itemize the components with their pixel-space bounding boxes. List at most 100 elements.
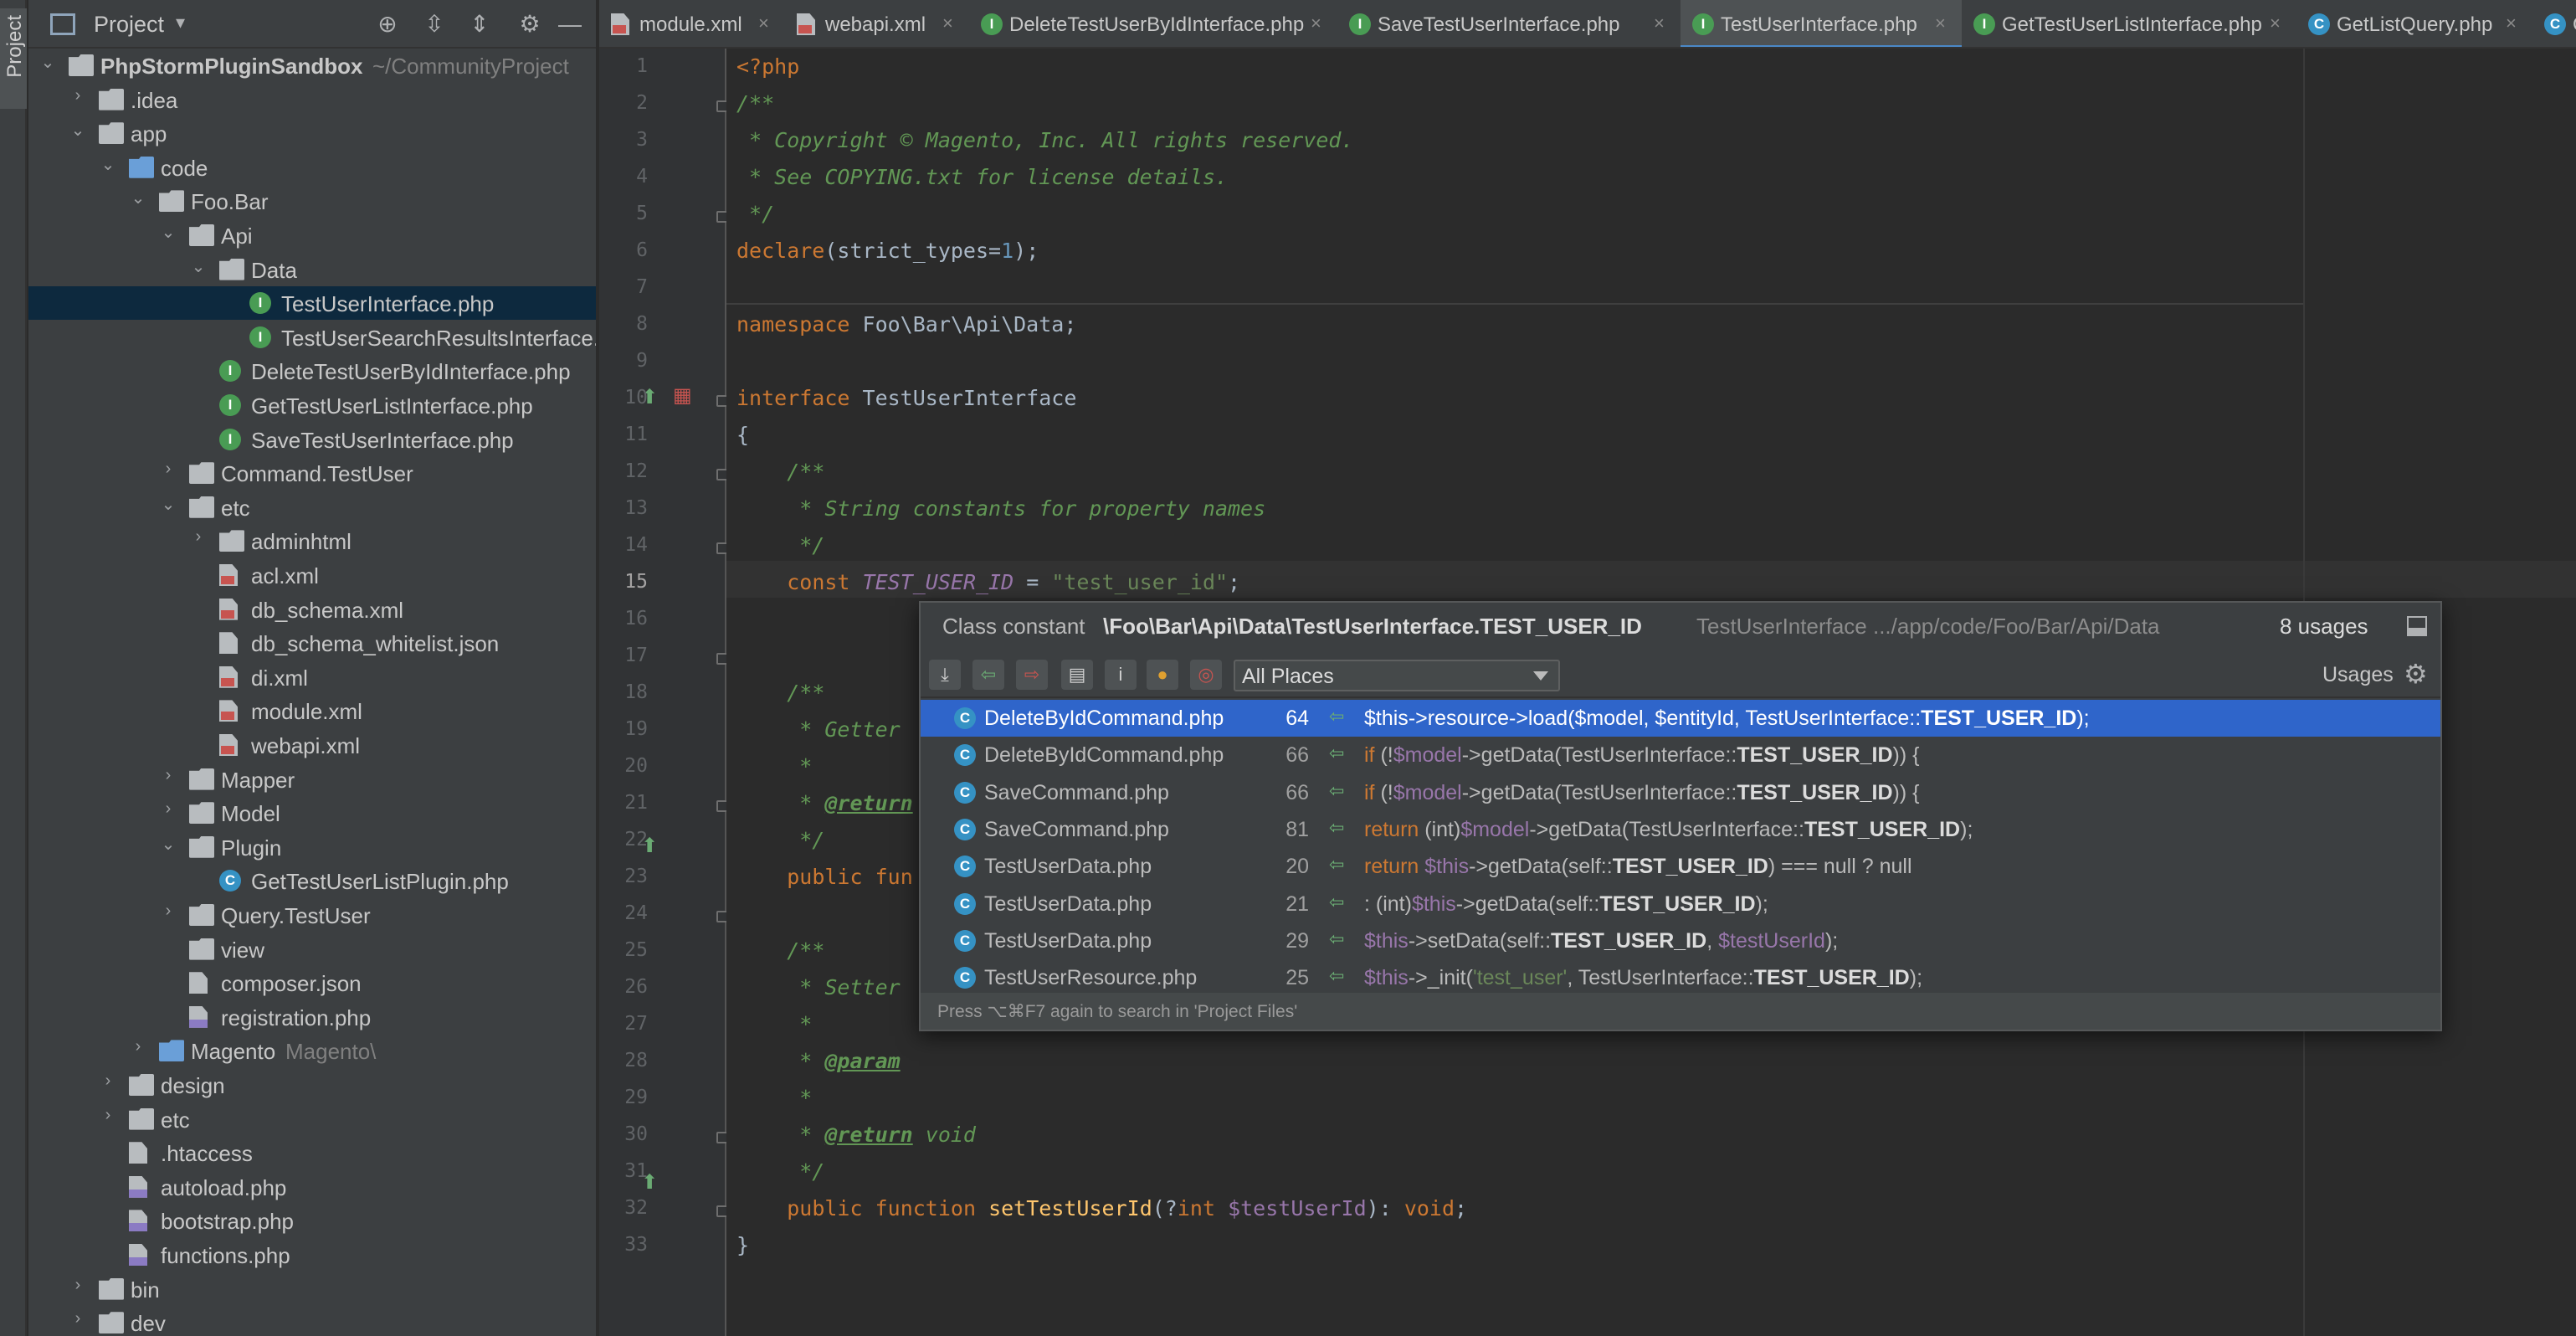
usage-row[interactable]: C SaveCommand.php 81 ⇦ return (int)$model->g… (921, 811, 2440, 848)
close-icon[interactable]: × (1311, 13, 1321, 34)
chevron-down-icon[interactable]: ⌄ (157, 222, 179, 243)
tree-item[interactable]: functions.php (28, 1238, 596, 1272)
tree-item[interactable]: ⌄ code (28, 151, 596, 184)
tree-item[interactable]: ⌄ PhpStormPluginSandbox ~/CommunityProject (28, 49, 596, 82)
chevron-right-icon[interactable]: › (157, 766, 179, 785)
usage-row[interactable]: C TestUserData.php 20 ⇦ return $this->getDat… (921, 848, 2440, 885)
tree-item[interactable]: › .idea (28, 83, 596, 116)
close-icon[interactable]: × (1935, 13, 1946, 34)
editor-tab[interactable]: I GetTestUserListInterface.php × (1962, 0, 2296, 47)
merge-usages-icon[interactable]: ⤓ (929, 660, 961, 690)
show-write-access-icon[interactable]: ⇨ (1016, 660, 1048, 690)
chevron-down-icon[interactable]: ⌄ (67, 120, 89, 141)
group-by-module-icon[interactable]: ▤ (1061, 660, 1093, 690)
usage-row[interactable]: C SaveCommand.php 66 ⇦ if (!$model->getData(… (921, 774, 2440, 811)
chevron-down-icon[interactable]: ⌄ (187, 256, 209, 277)
tree-item[interactable]: › adminhtml (28, 524, 596, 558)
editor-tab[interactable]: I SaveTestUserInterface.php × (1337, 0, 1681, 47)
tree-item[interactable]: autoload.php (28, 1170, 596, 1204)
open-in-find-window-icon[interactable] (2407, 616, 2427, 636)
close-icon[interactable]: × (2506, 13, 2517, 34)
project-tool-window-button[interactable]: Project (0, 8, 27, 109)
usage-row[interactable]: C DeleteByIdCommand.php 64 ⇦ $this->resource… (921, 700, 2440, 737)
tree-item[interactable]: ⌄ etc (28, 491, 596, 524)
tree-item[interactable]: › Magento Magento\ (28, 1034, 596, 1067)
gear-icon[interactable]: ⚙ (516, 10, 544, 39)
scope-select[interactable]: All Places (1234, 660, 1560, 691)
tree-item[interactable]: I GetTestUserListInterface.php (28, 388, 596, 422)
tree-item[interactable]: ⌄ Plugin (28, 830, 596, 864)
chevron-right-icon[interactable]: › (67, 1309, 89, 1328)
editor-tab[interactable]: webapi.xml × (785, 0, 969, 47)
chevron-down-icon[interactable]: ⌄ (127, 188, 149, 208)
chevron-right-icon[interactable]: › (157, 902, 179, 921)
tree-item[interactable]: › Model (28, 796, 596, 830)
chevron-down-icon[interactable]: ⌄ (37, 52, 59, 73)
close-icon[interactable]: × (942, 13, 953, 34)
tree-item[interactable]: ⌄ app (28, 116, 596, 150)
chevron-right-icon[interactable]: › (187, 527, 209, 547)
chevron-down-icon[interactable]: ▾ (176, 12, 185, 33)
chevron-down-icon[interactable]: ⌄ (157, 834, 179, 855)
tree-item[interactable]: db_schema.xml (28, 593, 596, 626)
usage-row[interactable]: C TestUserData.php 21 ⇦: (int)$this->getDat… (921, 886, 2440, 922)
usage-row[interactable]: C DeleteByIdCommand.php 66 ⇦ if (!$model->ge… (921, 737, 2440, 773)
editor-tab[interactable]: C GetTes (2532, 0, 2576, 47)
show-read-access-icon[interactable]: ⇦ (972, 660, 1004, 690)
tree-item[interactable]: module.xml (28, 694, 596, 727)
tree-item[interactable]: › Query.TestUser (28, 898, 596, 932)
chevron-right-icon[interactable]: › (67, 1276, 89, 1295)
tree-item[interactable]: › etc (28, 1102, 596, 1136)
tree-item[interactable]: I SaveTestUserInterface.php (28, 423, 596, 456)
usage-row[interactable]: C TestUserData.php 29 ⇦ $this->setData(self:… (921, 922, 2440, 959)
tree-item[interactable]: .htaccess (28, 1136, 596, 1169)
locate-icon[interactable]: ⊕ (373, 10, 402, 39)
expand-all-icon[interactable]: ⇳ (420, 10, 449, 39)
tree-item[interactable]: › design (28, 1068, 596, 1102)
tree-item[interactable]: ⌄ Foo.Bar (28, 184, 596, 218)
tree-item[interactable]: webapi.xml (28, 728, 596, 762)
chevron-down-icon[interactable]: ⌄ (157, 494, 179, 515)
tree-item[interactable]: I DeleteTestUserByIdInterface.php (28, 354, 596, 388)
tree-item[interactable]: I TestUserInterface.php (28, 286, 596, 321)
tree-item[interactable]: › Mapper (28, 763, 596, 796)
tree-item[interactable]: di.xml (28, 660, 596, 694)
tree-item[interactable]: view (28, 933, 596, 966)
close-icon[interactable]: × (2270, 13, 2281, 34)
chevron-right-icon[interactable]: › (157, 460, 179, 479)
usage-row[interactable]: C TestUserResource.php 25 ⇦ $this->_init('te… (921, 959, 2440, 996)
chevron-right-icon[interactable]: › (97, 1106, 119, 1125)
chevron-right-icon[interactable]: › (97, 1071, 119, 1091)
hide-panel-icon[interactable]: — (556, 10, 584, 39)
tree-item[interactable]: ⌄ Api (28, 218, 596, 252)
editor-tab[interactable]: I TestUserInterface.php × (1681, 0, 1962, 47)
coin-icon[interactable]: ● (1147, 660, 1178, 690)
tree-item[interactable]: I TestUserSearchResultsInterface.php (28, 321, 596, 354)
tree-item[interactable]: C GetTestUserListPlugin.php (28, 864, 596, 897)
close-icon[interactable]: × (758, 13, 769, 34)
editor-tab[interactable]: I DeleteTestUserByIdInterface.php × (969, 0, 1337, 47)
tree-item[interactable]: ⌄ Data (28, 253, 596, 286)
class-diagram-icon[interactable]: ▦ (673, 383, 692, 408)
tree-item[interactable]: registration.php (28, 1000, 596, 1034)
close-icon[interactable]: × (1654, 13, 1665, 34)
chevron-right-icon[interactable]: › (127, 1037, 149, 1056)
tree-item[interactable]: › bin (28, 1272, 596, 1306)
code-line-11: { (736, 423, 750, 447)
project-panel-title[interactable]: Project (94, 12, 164, 38)
tree-item[interactable]: composer.json (28, 966, 596, 999)
tree-item[interactable]: bootstrap.php (28, 1204, 596, 1237)
editor-tab[interactable]: module.xml × (599, 0, 785, 47)
chevron-down-icon[interactable]: ⌄ (97, 154, 119, 175)
chevron-right-icon[interactable]: › (67, 86, 89, 105)
gear-icon[interactable]: ⚙ (2404, 658, 2428, 690)
tree-item[interactable]: › Command.TestUser (28, 456, 596, 490)
exclude-icon[interactable]: ◎ (1190, 660, 1222, 690)
tree-item[interactable]: › dev (28, 1306, 596, 1336)
chevron-right-icon[interactable]: › (157, 799, 179, 819)
info-icon[interactable]: i (1105, 660, 1137, 690)
editor-tab[interactable]: C GetListQuery.php × (2296, 0, 2532, 47)
collapse-all-icon[interactable]: ⇕ (465, 10, 494, 39)
tree-item[interactable]: db_schema_whitelist.json (28, 626, 596, 660)
tree-item[interactable]: acl.xml (28, 558, 596, 592)
